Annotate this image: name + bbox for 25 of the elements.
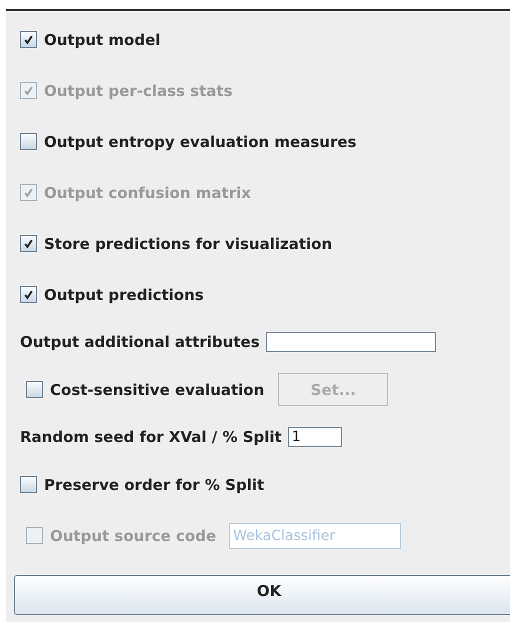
check-mark-icon	[23, 187, 34, 198]
check-mark-icon	[23, 289, 34, 300]
option-label: Output model	[44, 30, 160, 48]
option-label: Output predictions	[44, 286, 204, 304]
checkbox[interactable]	[20, 31, 37, 48]
option-label: Cost-sensitive evaluation	[50, 380, 264, 398]
ok-button[interactable]: OK	[14, 575, 510, 615]
input-field[interactable]	[266, 332, 436, 352]
option-label: Preserve order for % Split	[44, 476, 264, 494]
option-label: Output source code	[50, 526, 216, 544]
option-label: Output confusion matrix	[44, 184, 251, 202]
check-mark-icon	[23, 34, 34, 45]
checkbox[interactable]	[20, 235, 37, 252]
checkbox[interactable]	[20, 476, 37, 493]
option-label: Random seed for XVal / % Split	[20, 428, 282, 446]
option-label: Output entropy evaluation measures	[44, 132, 356, 150]
check-mark-icon	[23, 85, 34, 96]
option-label: Output additional attributes	[20, 333, 260, 351]
checkbox[interactable]	[26, 381, 43, 398]
option-label: Output per-class stats	[44, 82, 232, 100]
checkbox[interactable]	[20, 286, 37, 303]
option-label: Store predictions for visualization	[44, 234, 332, 252]
input-field[interactable]: 1	[288, 427, 342, 447]
checkbox[interactable]	[20, 133, 37, 150]
check-mark-icon	[23, 238, 34, 249]
